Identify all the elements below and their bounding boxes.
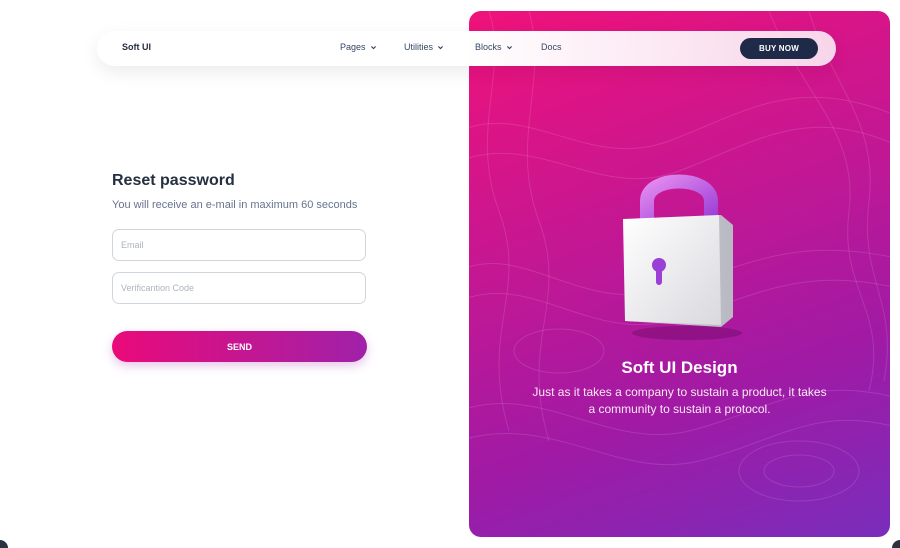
nav-item-label: Utilities — [404, 42, 434, 52]
page-subtitle: You will receive an e-mail in maximum 60… — [112, 199, 358, 211]
send-button[interactable]: SEND — [112, 331, 367, 362]
lock-icon — [623, 174, 742, 340]
hero-description: Just as it takes a company to sustain a … — [532, 385, 827, 416]
brand-logo[interactable]: Soft UI — [122, 42, 151, 52]
window-corner-left — [0, 540, 8, 548]
buy-now-button[interactable]: BUY NOW — [740, 38, 818, 59]
nav-item-label: Docs — [541, 42, 562, 52]
chevron-down-icon — [438, 45, 444, 49]
verification-code-field[interactable] — [112, 272, 366, 304]
nav-item-pages[interactable]: Pages — [340, 42, 377, 52]
nav-item-label: Blocks — [475, 42, 502, 52]
chevron-down-icon — [506, 45, 512, 49]
nav-item-utilities[interactable]: Utilities — [404, 42, 444, 52]
nav-item-blocks[interactable]: Blocks — [475, 42, 513, 52]
email-field[interactable] — [112, 229, 366, 261]
chevron-down-icon — [370, 45, 376, 49]
nav-item-label: Pages — [340, 42, 366, 52]
page-title: Reset password — [112, 172, 235, 189]
window-corner-right — [892, 540, 900, 548]
nav-item-docs[interactable]: Docs — [541, 42, 562, 52]
navbar: Soft UI Pages Utilities Blocks Docs BUY … — [97, 31, 836, 66]
hero-panel: Soft UI Design Just as it takes a compan… — [469, 11, 890, 537]
hero-title: Soft UI Design — [621, 358, 738, 377]
